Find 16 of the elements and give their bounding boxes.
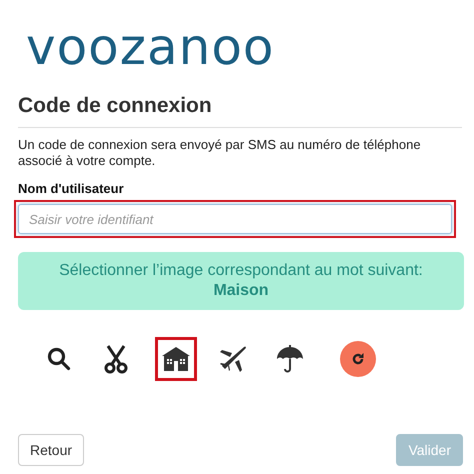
- challenge-prompt: Sélectionner l’image correspondant au mot suivant:: [59, 262, 423, 279]
- username-field[interactable]: Saisir votre identifiant: [18, 204, 452, 234]
- page-heading: Code de connexion: [18, 94, 462, 128]
- image-choice[interactable]: [155, 337, 197, 381]
- umbrella-icon: [275, 344, 305, 374]
- scissors-icon: [103, 344, 129, 374]
- search-icon: [46, 346, 72, 372]
- field-label: Nom d'utilisateur: [18, 181, 125, 196]
- back-button[interactable]: Retour: [18, 434, 84, 466]
- house-icon: [161, 346, 191, 372]
- refresh-icon: [351, 352, 365, 366]
- intro-text: Un code de connexion sera envoyé par SMS au numéro de téléphone associé à votre compte.: [18, 137, 422, 169]
- airplane-icon: [218, 344, 248, 374]
- logo: voozanoo: [26, 20, 275, 74]
- refresh-button[interactable]: [340, 341, 376, 377]
- challenge-word: Maison: [212, 281, 270, 301]
